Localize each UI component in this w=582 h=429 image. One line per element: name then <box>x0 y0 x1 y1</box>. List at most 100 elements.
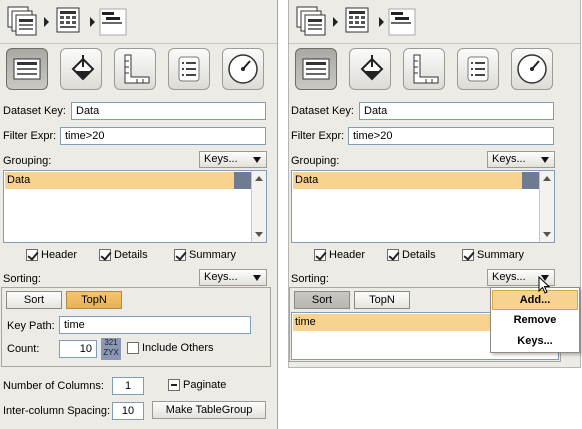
dataset-key-label: Dataset Key: <box>3 105 66 117</box>
left-panel: Dataset Key: Filter Expr: Grouping: Keys… <box>0 0 278 429</box>
summary-checkbox[interactable]: Summary <box>462 249 524 261</box>
header-checkbox[interactable]: Header <box>26 249 77 261</box>
list-tool-button[interactable] <box>457 48 499 90</box>
header-checkbox-label: Header <box>329 249 366 261</box>
spacing-label: Inter-column Spacing: <box>3 405 110 417</box>
list-item[interactable]: Data <box>5 172 234 189</box>
breadcrumb <box>289 0 580 44</box>
filter-expr-label: Filter Expr: <box>3 130 57 142</box>
grouping-keys-dropdown[interactable]: Keys... <box>487 151 555 168</box>
grouping-label: Grouping: <box>291 155 340 167</box>
scroll-down-icon[interactable] <box>255 232 263 237</box>
chevron-down-icon <box>253 157 261 163</box>
breadcrumb <box>0 0 277 44</box>
scroll-down-icon[interactable] <box>543 232 551 237</box>
checkbox-checked-icon <box>387 249 399 261</box>
grouping-keys-dropdown[interactable]: Keys... <box>199 151 267 168</box>
mouse-cursor-icon <box>538 276 551 294</box>
sorting-group: Sort TopN Key Path: Count: 321ZYX Includ… <box>1 287 271 367</box>
spacing-input[interactable] <box>112 402 144 420</box>
sort-icon-digits: 321 <box>104 338 118 347</box>
menu-item-add[interactable]: Add... <box>492 290 578 310</box>
breadcrumb-arrow-icon <box>44 17 49 27</box>
table-layout-icon <box>13 58 41 80</box>
paginate-toggle[interactable]: Paginate <box>168 379 226 391</box>
dataset-stack-icon[interactable] <box>6 5 40 37</box>
key-path-input[interactable] <box>59 316 251 334</box>
table-layout-tool-button[interactable] <box>295 48 337 90</box>
keys-dropdown-label: Keys... <box>204 271 238 283</box>
sort-descending-icon[interactable]: 321 ZYX <box>101 338 121 360</box>
menu-item-keys[interactable]: Keys... <box>492 332 578 352</box>
grouping-scrollbar[interactable] <box>251 171 266 242</box>
gauge-icon <box>228 54 258 84</box>
table-icon[interactable] <box>343 5 377 37</box>
checkbox-checked-icon <box>99 249 111 261</box>
topn-tab[interactable]: TopN <box>66 291 122 309</box>
grouping-scrollbar[interactable] <box>539 171 554 242</box>
report-icon[interactable] <box>387 5 421 37</box>
checkbox-checked-icon <box>26 249 38 261</box>
ruler-icon <box>413 54 439 84</box>
filter-expr-input[interactable] <box>348 127 554 145</box>
checkbox-checked-icon <box>314 249 326 261</box>
checkbox-unchecked-icon <box>127 342 139 354</box>
list-item[interactable]: Data <box>293 172 522 189</box>
report-icon[interactable] <box>98 5 132 37</box>
grouping-label: Grouping: <box>3 155 52 167</box>
ruler-tool-button[interactable] <box>114 48 156 90</box>
sorting-keys-dropdown[interactable]: Keys... <box>199 269 267 286</box>
breadcrumb-arrow-icon <box>379 17 384 27</box>
gauge-tool-button[interactable] <box>222 48 264 90</box>
paint-bucket-icon <box>71 55 95 81</box>
sort-icon-letters: ZYX <box>103 348 119 357</box>
minus-icon <box>168 379 180 391</box>
summary-checkbox[interactable]: Summary <box>174 249 236 261</box>
count-input[interactable] <box>59 340 97 358</box>
keys-dropdown-label: Keys... <box>204 153 238 165</box>
fill-tool-button[interactable] <box>349 48 391 90</box>
chevron-down-icon <box>541 157 549 163</box>
list-item-marker <box>522 172 539 189</box>
key-path-label: Key Path: <box>7 320 55 332</box>
grouping-list[interactable]: Data <box>291 170 555 243</box>
dataset-key-input[interactable] <box>359 102 554 120</box>
menu-item-remove[interactable]: Remove <box>492 311 578 331</box>
sort-tab[interactable]: Sort <box>294 291 350 309</box>
keys-dropdown-label: Keys... <box>492 153 526 165</box>
topn-tab[interactable]: TopN <box>354 291 410 309</box>
fill-tool-button[interactable] <box>60 48 102 90</box>
details-checkbox-label: Details <box>114 249 148 261</box>
details-checkbox[interactable]: Details <box>99 249 148 261</box>
filter-expr-label: Filter Expr: <box>291 130 345 142</box>
checkbox-checked-icon <box>462 249 474 261</box>
details-checkbox-label: Details <box>402 249 436 261</box>
include-others-checkbox[interactable]: Include Others <box>127 342 214 354</box>
breadcrumb-arrow-icon <box>333 17 338 27</box>
scroll-up-icon[interactable] <box>255 176 263 181</box>
scroll-up-icon[interactable] <box>543 176 551 181</box>
header-checkbox[interactable]: Header <box>314 249 365 261</box>
columns-input[interactable] <box>112 377 144 395</box>
breadcrumb-arrow-icon <box>90 17 95 27</box>
dataset-key-label: Dataset Key: <box>291 105 354 117</box>
filter-expr-input[interactable] <box>60 127 266 145</box>
columns-label: Number of Columns: <box>3 380 104 392</box>
paginate-label: Paginate <box>183 379 227 391</box>
list-icon <box>178 56 200 82</box>
dataset-key-input[interactable] <box>71 102 266 120</box>
grouping-list[interactable]: Data <box>3 170 267 243</box>
table-icon[interactable] <box>54 5 88 37</box>
table-layout-tool-button[interactable] <box>6 48 48 90</box>
sorting-label: Sorting: <box>3 273 41 285</box>
chevron-down-icon <box>253 275 261 281</box>
gauge-tool-button[interactable] <box>511 48 553 90</box>
list-tool-button[interactable] <box>168 48 210 90</box>
include-others-label: Include Others <box>142 342 214 354</box>
sort-tab[interactable]: Sort <box>6 291 62 309</box>
dataset-stack-icon[interactable] <box>295 5 329 37</box>
ruler-tool-button[interactable] <box>403 48 445 90</box>
make-tablegroup-button[interactable]: Make TableGroup <box>152 401 266 419</box>
ruler-icon <box>124 54 150 84</box>
details-checkbox[interactable]: Details <box>387 249 436 261</box>
